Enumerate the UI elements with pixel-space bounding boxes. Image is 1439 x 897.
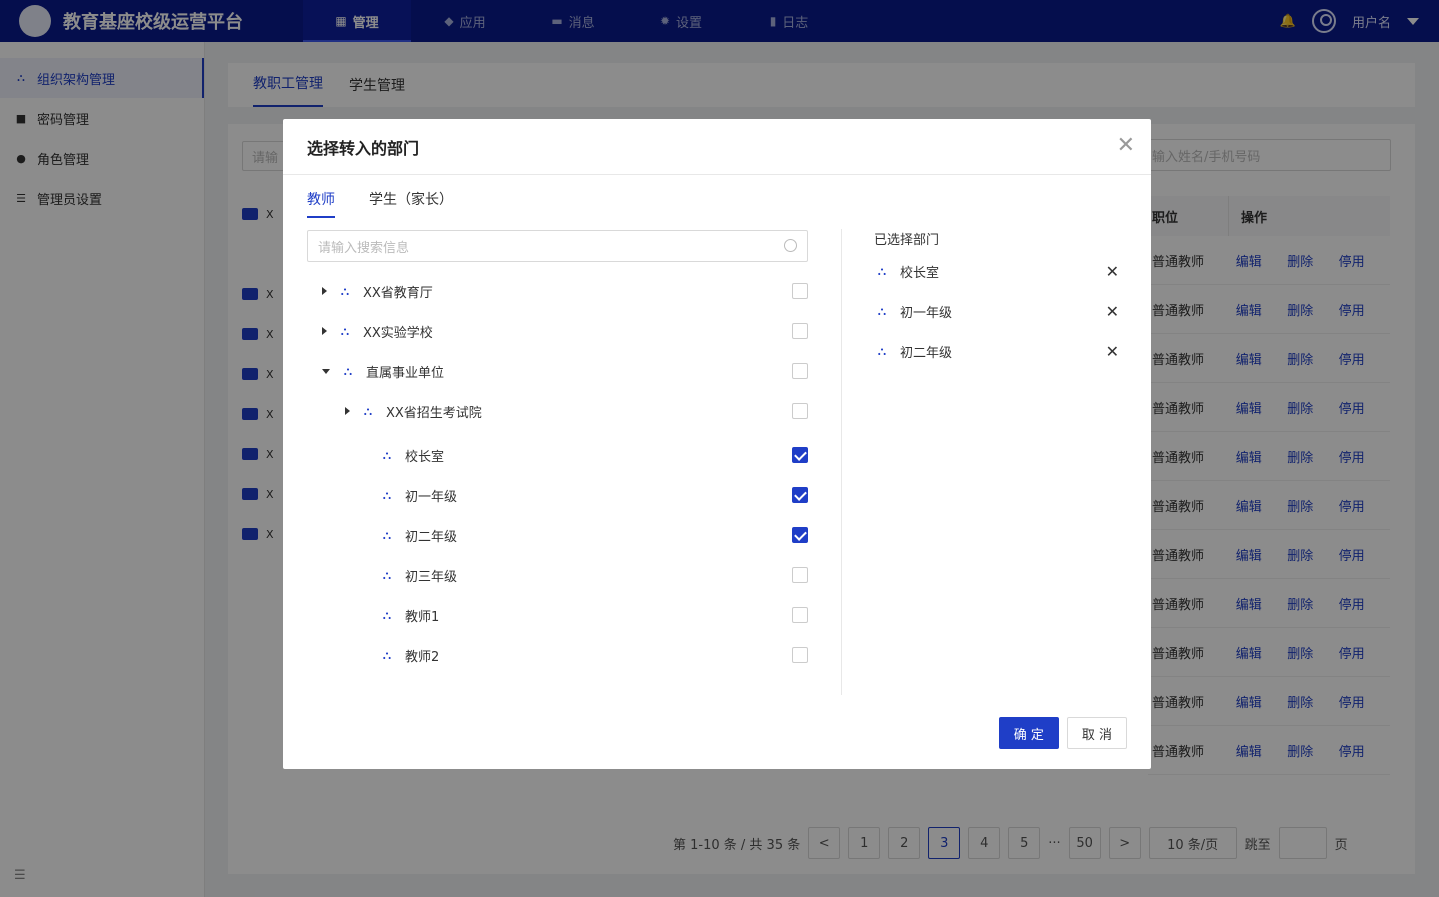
dept-checkbox[interactable] (792, 283, 808, 299)
dept-search-field[interactable]: 请输入搜索信息 (307, 230, 808, 262)
dept-checkbox[interactable] (792, 487, 808, 503)
selected-item: ⛬ 初一年级 ✕ (874, 291, 1119, 331)
org-tree-icon: ⛬ (382, 567, 392, 582)
tree-node-label: XX省招生考试院 (386, 405, 482, 421)
dept-checkbox[interactable] (792, 323, 808, 339)
close-icon[interactable]: ✕ (1117, 133, 1135, 158)
tree-node-label: XX实验学校 (363, 325, 433, 341)
selected-title: 已选择部门 (874, 233, 940, 248)
modal-title: 选择转入的部门 (283, 119, 1151, 175)
selected-item-label: 初一年级 (900, 305, 953, 321)
org-tree-icon: ⛬ (877, 343, 887, 358)
tree-node[interactable]: ⛬ XX实验学校 (307, 311, 808, 351)
dept-checkbox[interactable] (792, 567, 808, 583)
cancel-button[interactable]: 取 消 (1066, 717, 1127, 749)
dept-checkbox[interactable] (792, 647, 808, 663)
org-tree-icon: ⛬ (382, 487, 392, 502)
collapse-caret-icon[interactable] (322, 368, 330, 374)
tree-node[interactable]: ⛬ XX省招生考试院 (307, 391, 808, 431)
selected-item-label: 初二年级 (900, 345, 953, 361)
dept-checkbox[interactable] (792, 447, 808, 463)
org-tree-icon: ⛬ (382, 447, 392, 462)
selected-item: ⛬ 校长室 ✕ (874, 251, 1119, 291)
org-tree-icon: ⛬ (382, 527, 392, 542)
dept-checkbox[interactable] (792, 527, 808, 543)
tree-node[interactable]: ⛬ 初三年级 (307, 555, 808, 595)
tree-node-label: 初三年级 (405, 569, 458, 585)
org-tree-icon: ⛬ (382, 647, 392, 662)
selected-panel: 已选择部门 ⛬ 校长室 ✕ ⛬ 初一年级 ✕ ⛬ 初二年级 ✕ (874, 229, 1119, 371)
tree-node-label: 教师1 (405, 609, 440, 625)
remove-icon[interactable]: ✕ (1106, 302, 1119, 321)
tree-node-label: XX省教育厅 (363, 285, 433, 301)
tab-student-parent[interactable]: 学生（家长） (369, 189, 453, 218)
tree-node-label: 直属事业单位 (366, 365, 445, 381)
org-tree-icon: ⛬ (877, 263, 887, 278)
search-icon[interactable] (784, 239, 797, 252)
tree-node[interactable]: ⛬ 初一年级 (307, 475, 808, 515)
dept-checkbox[interactable] (792, 363, 808, 379)
select-dept-modal: 选择转入的部门 ✕ 教师 学生（家长） 请输入搜索信息 ⛬ XX省教育厅 ⛬ XX实验… (283, 119, 1151, 769)
tree-node-label: 校长室 (405, 449, 445, 465)
tree-node[interactable]: ⛬ 校长室 (307, 435, 808, 475)
org-tree-icon: ⛬ (363, 403, 373, 418)
modal-footer: 确 定 取 消 (998, 717, 1127, 749)
remove-icon[interactable]: ✕ (1106, 342, 1119, 361)
selected-list: ⛬ 校长室 ✕ ⛬ 初一年级 ✕ ⛬ 初二年级 ✕ (874, 251, 1119, 371)
tree-node[interactable]: ⛬ 直属事业单位 (307, 351, 808, 391)
org-tree-icon: ⛬ (382, 607, 392, 622)
expand-caret-icon[interactable] (322, 287, 327, 295)
tree-node-label: 初一年级 (405, 489, 458, 505)
dept-tree-list: ⛬ XX省教育厅 ⛬ XX实验学校 ⛬ 直属事业单位 ⛬ XX省招生考试院 ⛬ 校长室 ⛬ 初一年级 ⛬… (307, 271, 808, 675)
panel-divider (841, 229, 842, 695)
org-tree-icon: ⛬ (340, 283, 350, 298)
expand-caret-icon[interactable] (345, 407, 350, 415)
confirm-button[interactable]: 确 定 (998, 717, 1059, 749)
search-placeholder: 请输入搜索信息 (318, 241, 410, 256)
tree-node[interactable]: ⛬ XX省教育厅 (307, 271, 808, 311)
expand-caret-icon[interactable] (322, 327, 327, 335)
selected-item: ⛬ 初二年级 ✕ (874, 331, 1119, 371)
modal-tabs: 教师 学生（家长） (307, 189, 453, 218)
tree-node[interactable]: ⛬ 初二年级 (307, 515, 808, 555)
org-tree-icon: ⛬ (343, 363, 353, 378)
remove-icon[interactable]: ✕ (1106, 262, 1119, 281)
org-tree-icon: ⛬ (877, 303, 887, 318)
dept-checkbox[interactable] (792, 403, 808, 419)
selected-item-label: 校长室 (900, 265, 940, 281)
tab-teacher[interactable]: 教师 (307, 189, 335, 218)
tree-node[interactable]: ⛬ 教师2 (307, 635, 808, 675)
org-tree-icon: ⛬ (340, 323, 350, 338)
tree-node-label: 初二年级 (405, 529, 458, 545)
tree-node-label: 教师2 (405, 649, 440, 665)
dept-checkbox[interactable] (792, 607, 808, 623)
tree-node[interactable]: ⛬ 教师1 (307, 595, 808, 635)
